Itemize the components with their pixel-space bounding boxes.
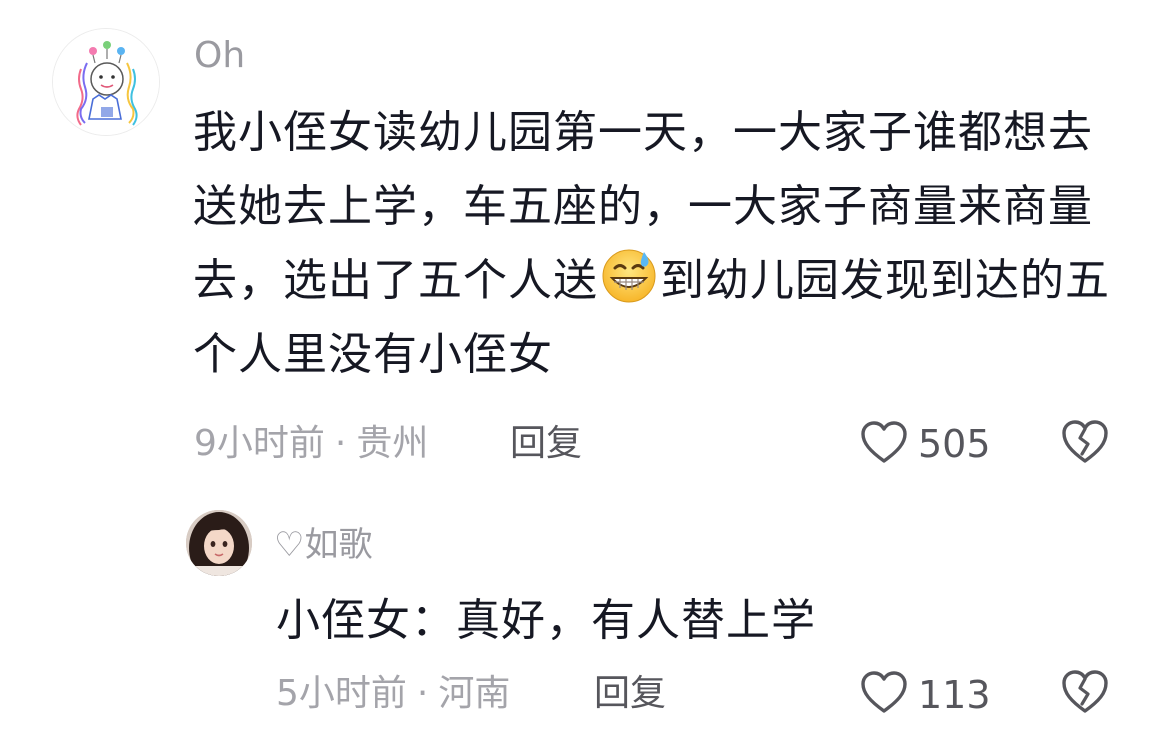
like-count: 113 xyxy=(918,673,991,717)
separator: · xyxy=(334,423,347,464)
comment-text: 我小侄女读幼儿园第一天，一大家子谁都想去送她去上学，车五座的，一大家子商量来商量… xyxy=(193,96,1133,392)
comment-meta: 5小时前 · 河南 xyxy=(276,676,510,712)
reply-comment-item: ♡如歌 小侄女：真好，有人替上学 5小时前 · 河南 回复 113 xyxy=(0,490,1172,754)
heart-outline-icon[interactable] xyxy=(860,420,908,464)
avatar[interactable] xyxy=(52,28,160,136)
avatar[interactable] xyxy=(186,510,252,576)
broken-heart-icon[interactable] xyxy=(1060,418,1110,464)
timestamp: 5小时前 xyxy=(276,673,407,714)
timestamp: 9小时前 xyxy=(194,423,325,464)
grinning-sweat-emoji-icon xyxy=(600,246,658,304)
separator: · xyxy=(416,673,429,714)
username[interactable]: ♡如歌 xyxy=(274,528,372,562)
comment-item: Oh 我小侄女读幼儿园第一天，一大家子谁都想去送她去上学，车五座的，一大家子商量… xyxy=(0,0,1172,490)
reply-button[interactable]: 回复 xyxy=(510,426,582,462)
heart-outline-icon[interactable] xyxy=(860,670,908,714)
comment-meta: 9小时前 · 贵州 xyxy=(194,426,428,462)
username[interactable]: Oh xyxy=(194,38,245,74)
location: 河南 xyxy=(438,673,511,714)
reply-button[interactable]: 回复 xyxy=(594,676,666,712)
like-count: 505 xyxy=(918,422,991,466)
comment-text: 小侄女：真好，有人替上学 xyxy=(276,595,816,646)
location: 贵州 xyxy=(356,423,429,464)
broken-heart-icon[interactable] xyxy=(1060,668,1110,714)
